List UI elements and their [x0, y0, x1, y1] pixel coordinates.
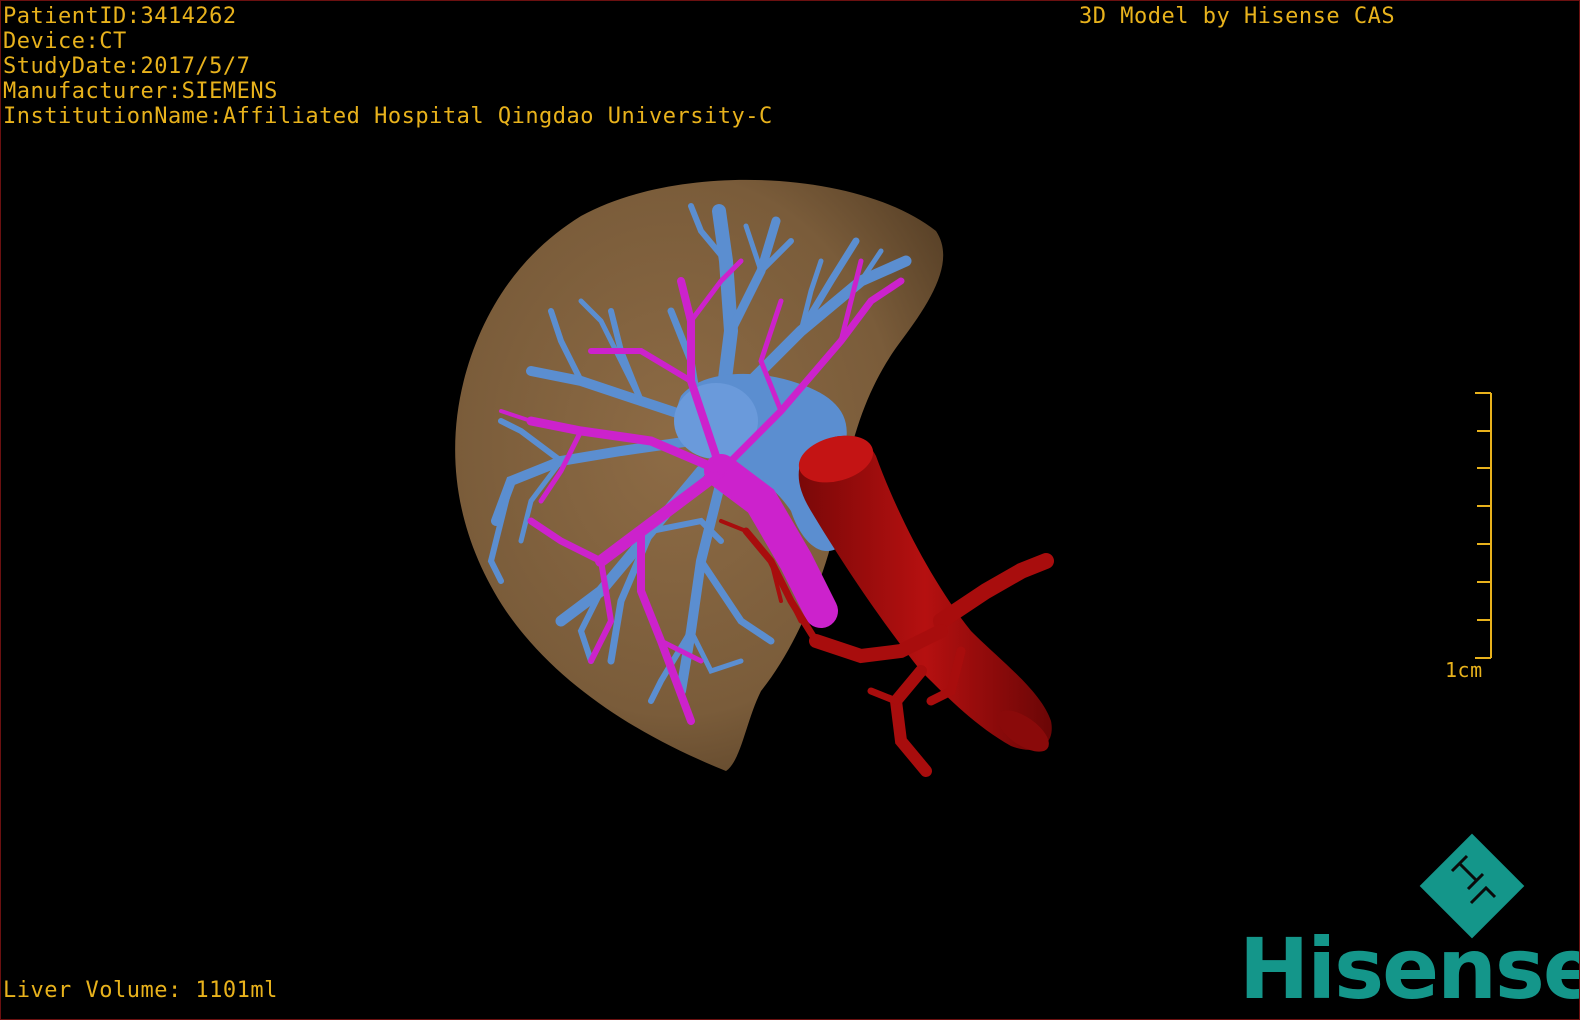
scale-bar: [1475, 392, 1492, 659]
patient-id: PatientID:3414262: [3, 4, 237, 29]
hisense-wordmark: Hisense: [1239, 920, 1580, 1018]
scale-bar-label: 1cm: [1445, 658, 1483, 682]
study-date: StudyDate:2017/5/7: [3, 54, 251, 79]
manufacturer: Manufacturer:SIEMENS: [3, 79, 278, 104]
liver-volume: Liver Volume: 1101ml: [3, 978, 278, 1003]
aorta-ivc: [798, 435, 1052, 752]
dicom-info-block: PatientID:3414262 Device:CT StudyDate:2017…: [3, 4, 773, 129]
3d-viewport[interactable]: PatientID:3414262 Device:CT StudyDate:2017…: [0, 0, 1580, 1020]
institution-name: InstitutionName:Affiliated Hospital Qing…: [3, 104, 773, 129]
device: Device:CT: [3, 29, 127, 54]
model-credit: 3D Model by Hisense CAS: [1079, 4, 1396, 29]
liver-3d-model[interactable]: [1, 1, 1580, 1020]
